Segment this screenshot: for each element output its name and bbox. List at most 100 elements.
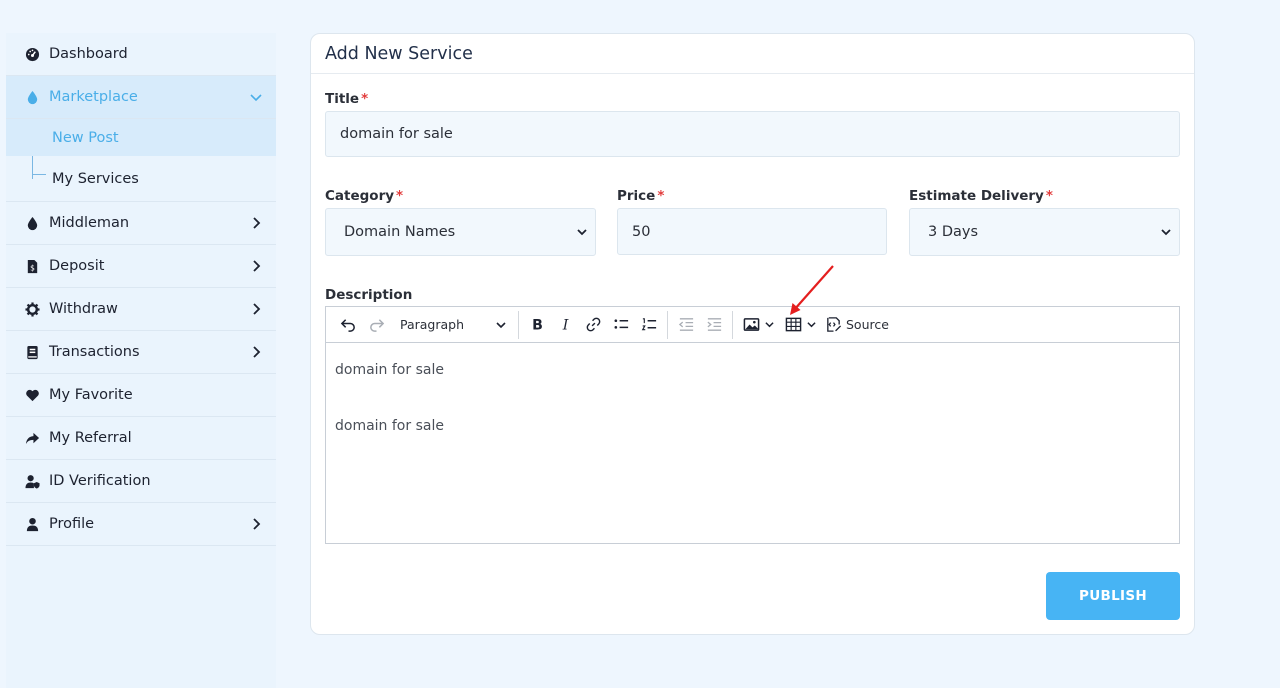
toolbar-separator	[667, 310, 668, 339]
toolbar-separator	[518, 310, 519, 339]
undo-button[interactable]	[334, 311, 362, 339]
required-mark: *	[657, 188, 665, 204]
undo-icon	[340, 319, 355, 332]
book-icon	[24, 344, 41, 361]
price-label: Price *	[617, 188, 664, 204]
outdent-button[interactable]	[672, 311, 700, 339]
chevron-right-icon	[253, 518, 261, 530]
delivery-selected-value: 3 Days	[928, 224, 979, 240]
toolbar-separator	[732, 310, 733, 339]
link-button[interactable]	[579, 311, 607, 339]
italic-button[interactable]: I	[551, 311, 579, 339]
chevron-right-icon	[253, 303, 261, 315]
redo-button[interactable]	[362, 311, 390, 339]
estimate-delivery-label: Estimate Delivery *	[909, 188, 1053, 204]
chevron-down-icon	[764, 322, 774, 328]
redo-icon	[369, 319, 384, 332]
outdent-icon	[678, 318, 693, 331]
chevron-down-icon	[496, 321, 506, 328]
category-label: Category *	[325, 188, 403, 204]
svg-text:I: I	[561, 318, 568, 333]
category-label-text: Category	[325, 188, 395, 204]
required-mark: *	[1045, 188, 1053, 204]
user-icon	[24, 516, 41, 533]
required-mark: *	[396, 188, 404, 204]
marketplace-submenu: New Post My Services	[6, 119, 276, 202]
price-input[interactable]: 50	[617, 208, 887, 255]
sidebar-item-label: My Favorite	[49, 387, 133, 403]
sidebar-item-marketplace[interactable]: Marketplace	[6, 76, 276, 119]
insert-table-dropdown[interactable]	[779, 311, 821, 339]
sidebar-item-dashboard[interactable]: Dashboard	[6, 33, 276, 76]
editor-toolbar: Paragraph B I Source	[326, 307, 1179, 343]
bulleted-list-icon	[614, 319, 628, 329]
link-icon	[586, 317, 600, 332]
heart-icon	[24, 387, 41, 404]
insert-image-dropdown[interactable]	[737, 311, 779, 339]
chevron-down-icon	[1161, 229, 1171, 236]
chevron-down-icon	[577, 229, 587, 236]
required-mark: *	[361, 91, 369, 107]
source-label: Source	[846, 317, 889, 332]
sidebar-item-deposit[interactable]: $ Deposit	[6, 245, 276, 288]
page-title: Add New Service	[325, 43, 473, 64]
title-label: Title *	[325, 91, 368, 107]
sidebar-item-id-verification[interactable]: ID Verification	[6, 460, 276, 503]
source-code-icon	[827, 317, 842, 332]
sidebar-item-my-services[interactable]: My Services	[6, 156, 276, 201]
price-label-text: Price	[617, 188, 656, 204]
sidebar-item-my-favorite[interactable]: My Favorite	[6, 374, 276, 417]
sidebar-item-label: Dashboard	[49, 46, 128, 62]
indent-icon	[706, 318, 721, 331]
sidebar-item-label: Deposit	[49, 258, 105, 274]
table-icon	[785, 317, 801, 332]
sidebar-item-label: Transactions	[49, 344, 140, 360]
rich-text-editor: Paragraph B I Source domain for sale dom…	[325, 306, 1180, 544]
estimate-delivery-select[interactable]: 3 Days	[909, 208, 1180, 256]
sidebar-item-label: ID Verification	[49, 473, 151, 489]
publish-button[interactable]: PUBLISH	[1046, 572, 1180, 620]
add-service-card: Add New Service Title * domain for sale C…	[310, 33, 1195, 635]
title-label-text: Title	[325, 91, 360, 107]
paragraph-style-label: Paragraph	[400, 317, 465, 332]
chevron-right-icon	[253, 260, 261, 272]
sidebar-item-transactions[interactable]: Transactions	[6, 331, 276, 374]
title-input[interactable]: domain for sale	[325, 111, 1180, 157]
share-icon	[24, 430, 41, 447]
sidebar-item-middleman[interactable]: Middleman	[6, 202, 276, 245]
numbered-list-icon	[641, 318, 656, 331]
bold-button[interactable]: B	[523, 311, 551, 339]
chevron-down-icon	[250, 94, 262, 102]
numbered-list-button[interactable]	[635, 311, 663, 339]
sidebar-item-label: Marketplace	[49, 89, 138, 105]
svg-text:$: $	[30, 263, 35, 272]
card-header: Add New Service	[311, 34, 1194, 74]
category-select[interactable]: Domain Names	[325, 208, 596, 256]
paragraph-style-dropdown[interactable]: Paragraph	[390, 311, 514, 339]
sidebar-item-label: Middleman	[49, 215, 130, 231]
bulleted-list-button[interactable]	[607, 311, 635, 339]
image-icon	[743, 318, 759, 331]
sidebar-item-new-post[interactable]: New Post	[6, 119, 276, 156]
sidebar-item-profile[interactable]: Profile	[6, 503, 276, 546]
italic-icon: I	[561, 318, 568, 333]
sidebar-item-my-referral[interactable]: My Referral	[6, 417, 276, 460]
chevron-right-icon	[253, 217, 261, 229]
chevron-right-icon	[253, 346, 261, 358]
svg-text:B: B	[532, 318, 543, 333]
chevron-down-icon	[806, 322, 816, 328]
sidebar: Dashboard Marketplace New Post My Servic…	[6, 33, 276, 688]
droplet-icon	[24, 89, 41, 106]
indent-button[interactable]	[700, 311, 728, 339]
description-label: Description	[325, 287, 413, 303]
editor-content[interactable]: domain for sale domain for sale	[326, 343, 1179, 491]
sidebar-item-label: Profile	[49, 516, 95, 532]
user-shield-icon	[24, 473, 41, 490]
sidebar-item-withdraw[interactable]: Withdraw	[6, 288, 276, 331]
estimate-delivery-label-text: Estimate Delivery	[909, 188, 1044, 204]
droplet-icon	[24, 215, 41, 232]
sidebar-item-label: Withdraw	[49, 301, 118, 317]
editor-paragraph: domain for sale	[335, 418, 444, 434]
source-button[interactable]: Source	[821, 311, 893, 339]
gear-icon	[24, 301, 41, 318]
